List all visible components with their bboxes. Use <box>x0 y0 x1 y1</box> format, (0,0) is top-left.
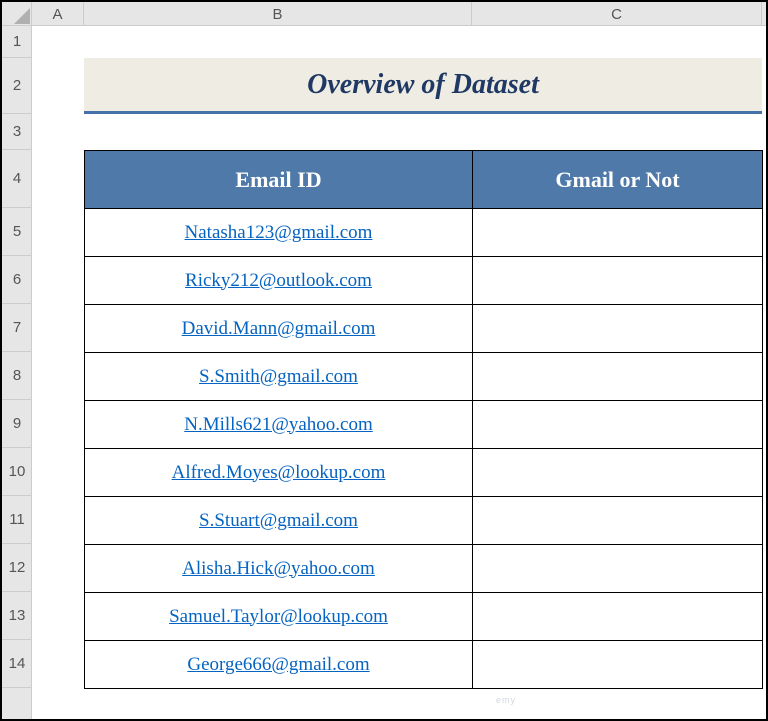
row-headers: 1234567891011121314 <box>2 26 32 719</box>
select-all-corner[interactable] <box>2 2 32 26</box>
row-header-4[interactable]: 4 <box>2 150 32 208</box>
row-header-3[interactable]: 3 <box>2 114 32 150</box>
row-header-8[interactable]: 8 <box>2 352 32 400</box>
cell-email[interactable]: David.Mann@gmail.com <box>85 305 473 353</box>
cell-gmail-or-not[interactable] <box>473 449 763 497</box>
cell-gmail-or-not[interactable] <box>473 209 763 257</box>
cell-email[interactable]: S.Smith@gmail.com <box>85 353 473 401</box>
row-header-12[interactable]: 12 <box>2 544 32 592</box>
table-row: Alisha.Hick@yahoo.com <box>85 545 763 593</box>
table-row: Natasha123@gmail.com <box>85 209 763 257</box>
email-link[interactable]: David.Mann@gmail.com <box>182 318 376 339</box>
page-title: Overview of Dataset <box>307 69 539 101</box>
email-link[interactable]: Samuel.Taylor@lookup.com <box>169 606 388 627</box>
table-row: David.Mann@gmail.com <box>85 305 763 353</box>
row-header-5[interactable]: 5 <box>2 208 32 256</box>
table-header-row: Email ID Gmail or Not <box>85 151 763 209</box>
email-link[interactable]: Ricky212@outlook.com <box>185 270 372 291</box>
email-link[interactable]: Natasha123@gmail.com <box>185 222 373 243</box>
cell-gmail-or-not[interactable] <box>473 497 763 545</box>
cell-gmail-or-not[interactable] <box>473 305 763 353</box>
cell-gmail-or-not[interactable] <box>473 401 763 449</box>
email-link[interactable]: Alfred.Moyes@lookup.com <box>172 462 386 483</box>
column-header-c[interactable]: C <box>472 2 762 26</box>
cell-email[interactable]: George666@gmail.com <box>85 641 473 689</box>
table-row: Ricky212@outlook.com <box>85 257 763 305</box>
cell-email[interactable]: N.Mills621@yahoo.com <box>85 401 473 449</box>
row-header-14[interactable]: 14 <box>2 640 32 688</box>
row-header-1[interactable]: 1 <box>2 26 32 58</box>
column-header-a[interactable]: A <box>32 2 84 26</box>
cell-email[interactable]: Samuel.Taylor@lookup.com <box>85 593 473 641</box>
header-email-id[interactable]: Email ID <box>85 151 473 209</box>
row-header-6[interactable]: 6 <box>2 256 32 304</box>
table-row: George666@gmail.com <box>85 641 763 689</box>
cell-email[interactable]: Alfred.Moyes@lookup.com <box>85 449 473 497</box>
table-row: Alfred.Moyes@lookup.com <box>85 449 763 497</box>
table-row: S.Stuart@gmail.com <box>85 497 763 545</box>
cell-email[interactable]: S.Stuart@gmail.com <box>85 497 473 545</box>
row-header-10[interactable]: 10 <box>2 448 32 496</box>
cell-email[interactable]: Natasha123@gmail.com <box>85 209 473 257</box>
cell-gmail-or-not[interactable] <box>473 593 763 641</box>
cell-gmail-or-not[interactable] <box>473 545 763 593</box>
email-link[interactable]: N.Mills621@yahoo.com <box>184 414 373 435</box>
email-link[interactable]: S.Smith@gmail.com <box>199 366 358 387</box>
table-row: N.Mills621@yahoo.com <box>85 401 763 449</box>
row-header-9[interactable]: 9 <box>2 400 32 448</box>
email-link[interactable]: Alisha.Hick@yahoo.com <box>182 558 375 579</box>
column-headers: ABC <box>32 2 766 26</box>
email-link[interactable]: George666@gmail.com <box>187 654 369 675</box>
table-row: S.Smith@gmail.com <box>85 353 763 401</box>
table-row: Samuel.Taylor@lookup.com <box>85 593 763 641</box>
cell-area[interactable]: Overview of Dataset Email ID Gmail or No… <box>32 26 766 719</box>
email-link[interactable]: S.Stuart@gmail.com <box>199 510 358 531</box>
row-header-2[interactable]: 2 <box>2 58 32 114</box>
cell-gmail-or-not[interactable] <box>473 641 763 689</box>
column-header-b[interactable]: B <box>84 2 472 26</box>
row-header-13[interactable]: 13 <box>2 592 32 640</box>
data-table: Email ID Gmail or Not Natasha123@gmail.c… <box>84 150 763 689</box>
watermark: emy <box>496 695 516 705</box>
cell-gmail-or-not[interactable] <box>473 353 763 401</box>
cell-email[interactable]: Alisha.Hick@yahoo.com <box>85 545 473 593</box>
cell-gmail-or-not[interactable] <box>473 257 763 305</box>
table-body: Natasha123@gmail.com Ricky212@outlook.com… <box>85 209 763 689</box>
row-header-7[interactable]: 7 <box>2 304 32 352</box>
header-gmail-or-not[interactable]: Gmail or Not <box>473 151 763 209</box>
title-band: Overview of Dataset <box>84 58 762 114</box>
row-header-11[interactable]: 11 <box>2 496 32 544</box>
spreadsheet: ABC 1234567891011121314 Overview of Data… <box>0 0 768 721</box>
cell-email[interactable]: Ricky212@outlook.com <box>85 257 473 305</box>
